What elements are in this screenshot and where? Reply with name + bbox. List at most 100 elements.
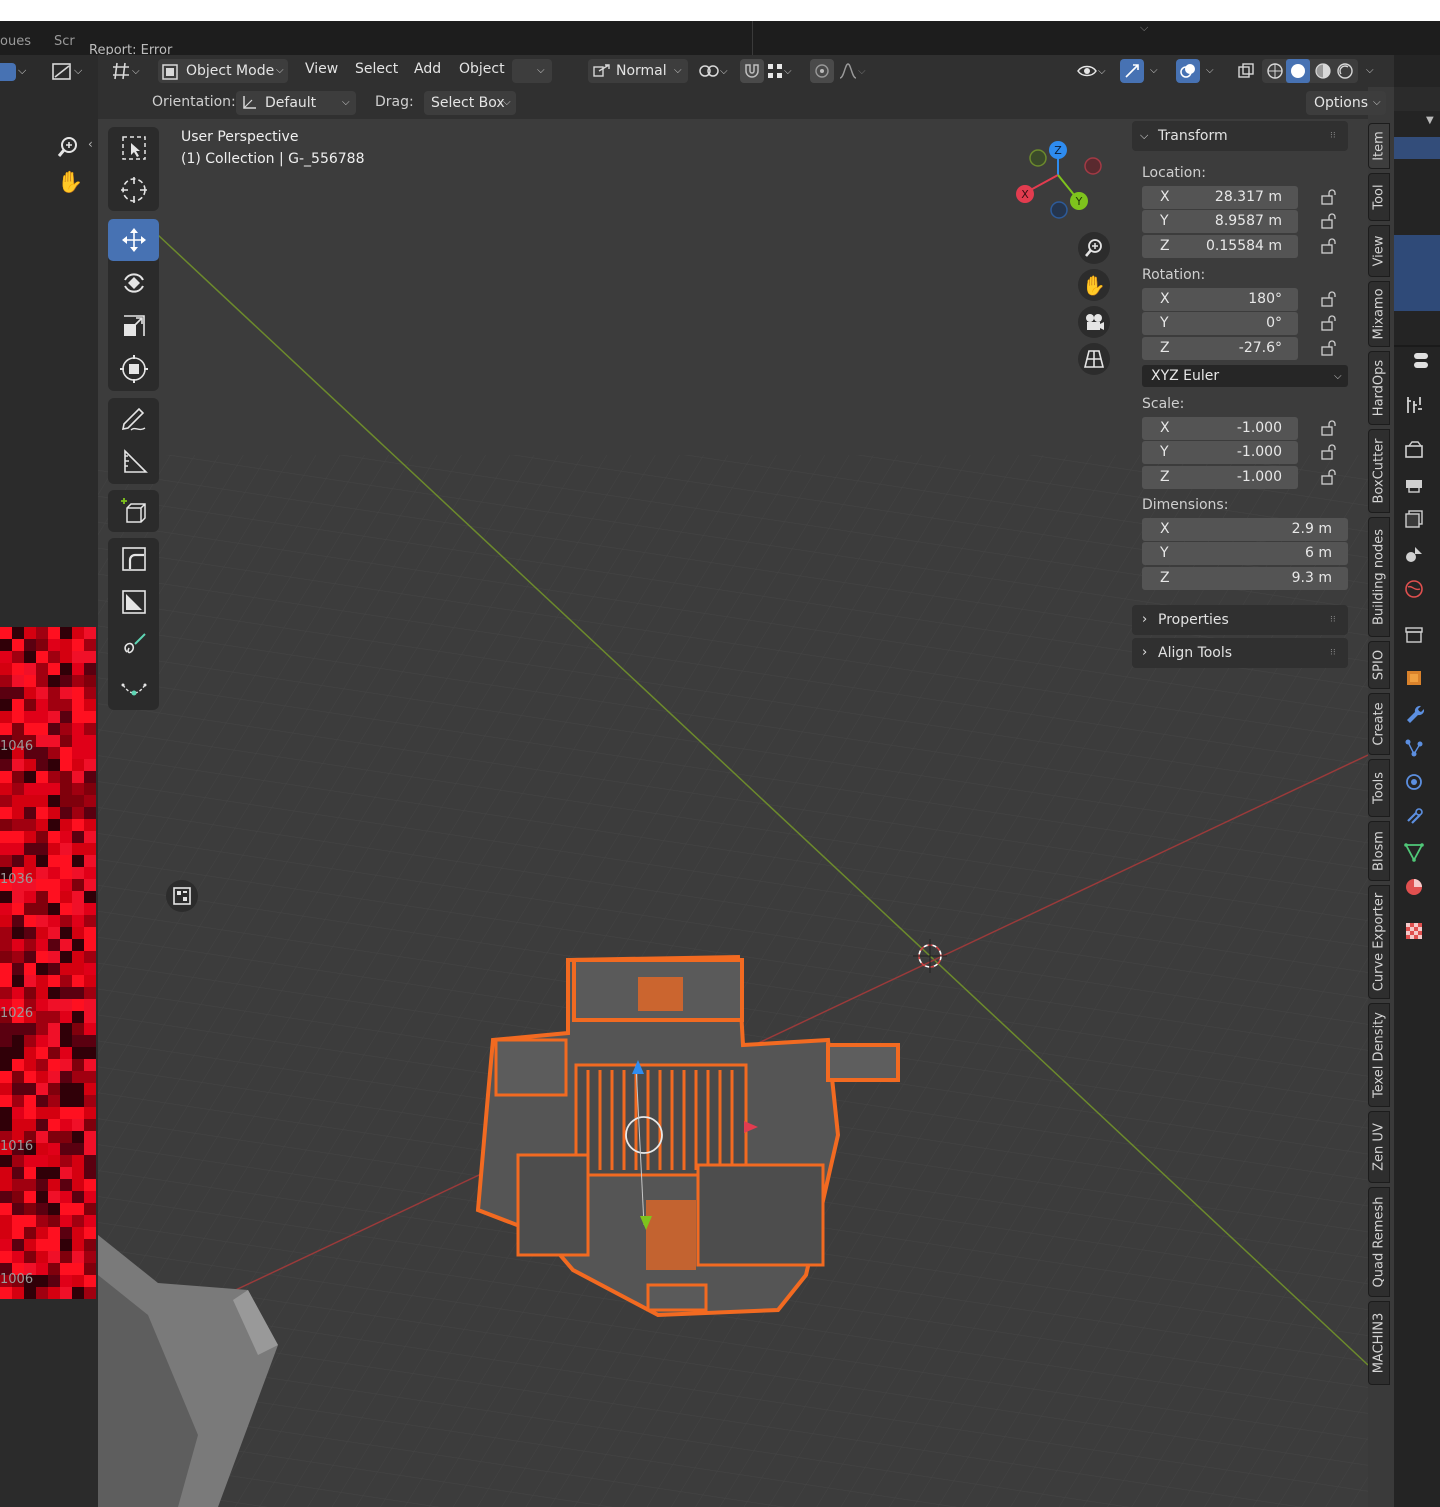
transform-tool[interactable]	[108, 348, 159, 390]
tab-zen-uv[interactable]: Zen UV	[1368, 1111, 1390, 1183]
annotate-tool[interactable]	[108, 398, 159, 440]
falloff-button[interactable]: ⌵	[838, 59, 874, 83]
modifier-properties-tab[interactable]	[1400, 699, 1428, 727]
navigation-gizmo[interactable]: Z X Y	[1008, 135, 1108, 225]
perspective-toggle-button[interactable]	[1078, 343, 1110, 375]
constraints-properties-tab[interactable]	[1400, 803, 1428, 831]
scale-x-field[interactable]: X -1.000	[1142, 417, 1298, 440]
menu-object[interactable]: Object	[459, 61, 505, 77]
lock-icon[interactable]	[1320, 238, 1338, 254]
physics-properties-tab[interactable]	[1400, 768, 1428, 796]
object-properties-tab[interactable]	[1400, 664, 1428, 692]
gizmo-toggle[interactable]	[1120, 59, 1144, 83]
tab-machin3[interactable]: MACHIN3	[1368, 1301, 1390, 1385]
editor-type-button[interactable]: ⌵	[110, 59, 152, 83]
rotate-tool[interactable]	[108, 262, 159, 304]
tab-curve-exporter[interactable]: Curve Exporter	[1368, 885, 1390, 999]
dimension-x-field[interactable]: X 2.9 m	[1142, 518, 1348, 541]
camera-view-button[interactable]	[1078, 306, 1110, 338]
move-tool[interactable]	[108, 219, 159, 261]
chevron-left-icon[interactable]: ‹	[88, 137, 93, 151]
boxcutter-tool[interactable]	[108, 538, 159, 580]
location-x-field[interactable]: X 28.317 m	[1142, 186, 1298, 209]
material-properties-tab[interactable]	[1400, 873, 1428, 901]
properties-type-icon[interactable]	[1412, 350, 1436, 372]
lock-icon[interactable]	[1320, 291, 1338, 307]
transform-panel-header[interactable]: ⌵ Transform ⁝⁝	[1132, 121, 1348, 151]
rotation-y-field[interactable]: Y 0°	[1142, 312, 1298, 335]
scale-tool[interactable]	[108, 305, 159, 347]
tab-mixamo[interactable]: Mixamo	[1368, 281, 1390, 347]
editor-type-button[interactable]	[0, 63, 16, 81]
scale-z-field[interactable]: Z -1.000	[1142, 466, 1298, 489]
menu-view[interactable]: View	[305, 61, 338, 77]
zoom-icon[interactable]	[56, 135, 80, 159]
lock-icon[interactable]	[1320, 420, 1338, 436]
add-cube-tool[interactable]	[108, 490, 159, 532]
image-editor-icon[interactable]	[52, 63, 72, 81]
tab-create[interactable]: Create	[1368, 693, 1390, 755]
dimension-y-field[interactable]: Y6 m	[1142, 542, 1348, 565]
lock-icon[interactable]	[1320, 469, 1338, 485]
lock-icon[interactable]	[1320, 315, 1338, 331]
drag-handle-icon[interactable]: ⁝⁝	[1330, 121, 1336, 151]
chevron-down-icon[interactable]: ⌵	[1366, 65, 1374, 76]
tab-quad-remesh[interactable]: Quad Remesh	[1368, 1187, 1390, 1297]
scene-properties-tab[interactable]	[1400, 540, 1428, 568]
options-dropdown[interactable]: Options ⌵	[1306, 91, 1386, 115]
orientation-dropdown[interactable]: Default ⌵	[236, 91, 356, 115]
menu-select[interactable]: Select	[355, 61, 398, 77]
tab-item[interactable]: Item	[1368, 123, 1390, 169]
tab-tools[interactable]: Tools	[1368, 759, 1390, 817]
tab-spio[interactable]: SPIO	[1368, 641, 1390, 689]
curve-tool[interactable]	[108, 667, 159, 709]
cursor-tool[interactable]	[108, 169, 159, 211]
drag-dropdown[interactable]: Select Box ⌵	[424, 91, 516, 115]
location-z-field[interactable]: Z 0.15584 m	[1142, 235, 1298, 258]
visibility-button[interactable]: ⌵	[1076, 59, 1114, 83]
proportional-edit-toggle[interactable]	[810, 59, 834, 83]
select-box-tool[interactable]	[108, 127, 159, 169]
zoom-button[interactable]	[1078, 232, 1110, 264]
snap-target-button[interactable]: ⌵	[766, 59, 802, 83]
drag-handle-icon[interactable]: ⁝⁝	[1330, 638, 1336, 668]
extra-menu-dropdown[interactable]: ⌵	[512, 59, 552, 83]
tab-boxcutter[interactable]: BoxCutter	[1368, 429, 1390, 513]
mode-dropdown[interactable]: Object Mode ⌵	[158, 59, 288, 83]
tab-building-nodes[interactable]: Building nodes	[1368, 517, 1390, 637]
chevron-down-icon[interactable]: ⌵	[1150, 65, 1158, 76]
tab-blosm[interactable]: Blosm	[1368, 821, 1390, 881]
rendered-shading-icon[interactable]	[1336, 62, 1354, 80]
menu-add[interactable]: Add	[414, 61, 441, 77]
tab-view[interactable]: View	[1368, 225, 1390, 277]
tab-tool[interactable]: Tool	[1368, 173, 1390, 221]
chevron-down-icon[interactable]: ⌵	[1206, 65, 1214, 76]
properties-panel-header[interactable]: › Properties ⁝⁝	[1132, 605, 1348, 635]
drag-handle-icon[interactable]: ⁝⁝	[1330, 605, 1336, 635]
triangle-down-icon[interactable]: ▼	[1426, 115, 1434, 126]
snap-toggle[interactable]	[740, 59, 764, 83]
draw-curve-tool[interactable]	[108, 624, 159, 666]
lock-icon[interactable]	[1320, 444, 1338, 460]
lock-icon[interactable]	[1320, 213, 1338, 229]
location-y-field[interactable]: Y 8.9587 m	[1142, 210, 1298, 233]
tab-texel-density[interactable]: Texel Density	[1368, 1003, 1390, 1107]
xray-toggle[interactable]	[1234, 59, 1258, 83]
pivot-point-button[interactable]: ⌵	[698, 59, 734, 83]
hardops-tool[interactable]	[108, 581, 159, 623]
rotation-z-field[interactable]: Z -27.6°	[1142, 337, 1298, 360]
measure-tool[interactable]	[108, 441, 159, 483]
material-shading-icon[interactable]	[1314, 62, 1332, 80]
wireframe-shading-icon[interactable]	[1266, 62, 1284, 80]
dimension-z-field[interactable]: Z 9.3 m	[1142, 567, 1348, 590]
tab-hardops[interactable]: HardOps	[1368, 351, 1390, 425]
solid-shading-button[interactable]	[1286, 59, 1310, 83]
rotation-x-field[interactable]: X 180°	[1142, 288, 1298, 311]
viewport-overlay-button[interactable]	[166, 880, 198, 912]
pan-button[interactable]: ✋	[1078, 269, 1110, 301]
world-properties-tab[interactable]	[1400, 575, 1428, 603]
outliner-selected-row[interactable]	[1394, 235, 1440, 311]
view-layer-properties-tab[interactable]	[1400, 505, 1428, 533]
lock-icon[interactable]	[1320, 189, 1338, 205]
collection-properties-tab[interactable]	[1400, 620, 1428, 648]
